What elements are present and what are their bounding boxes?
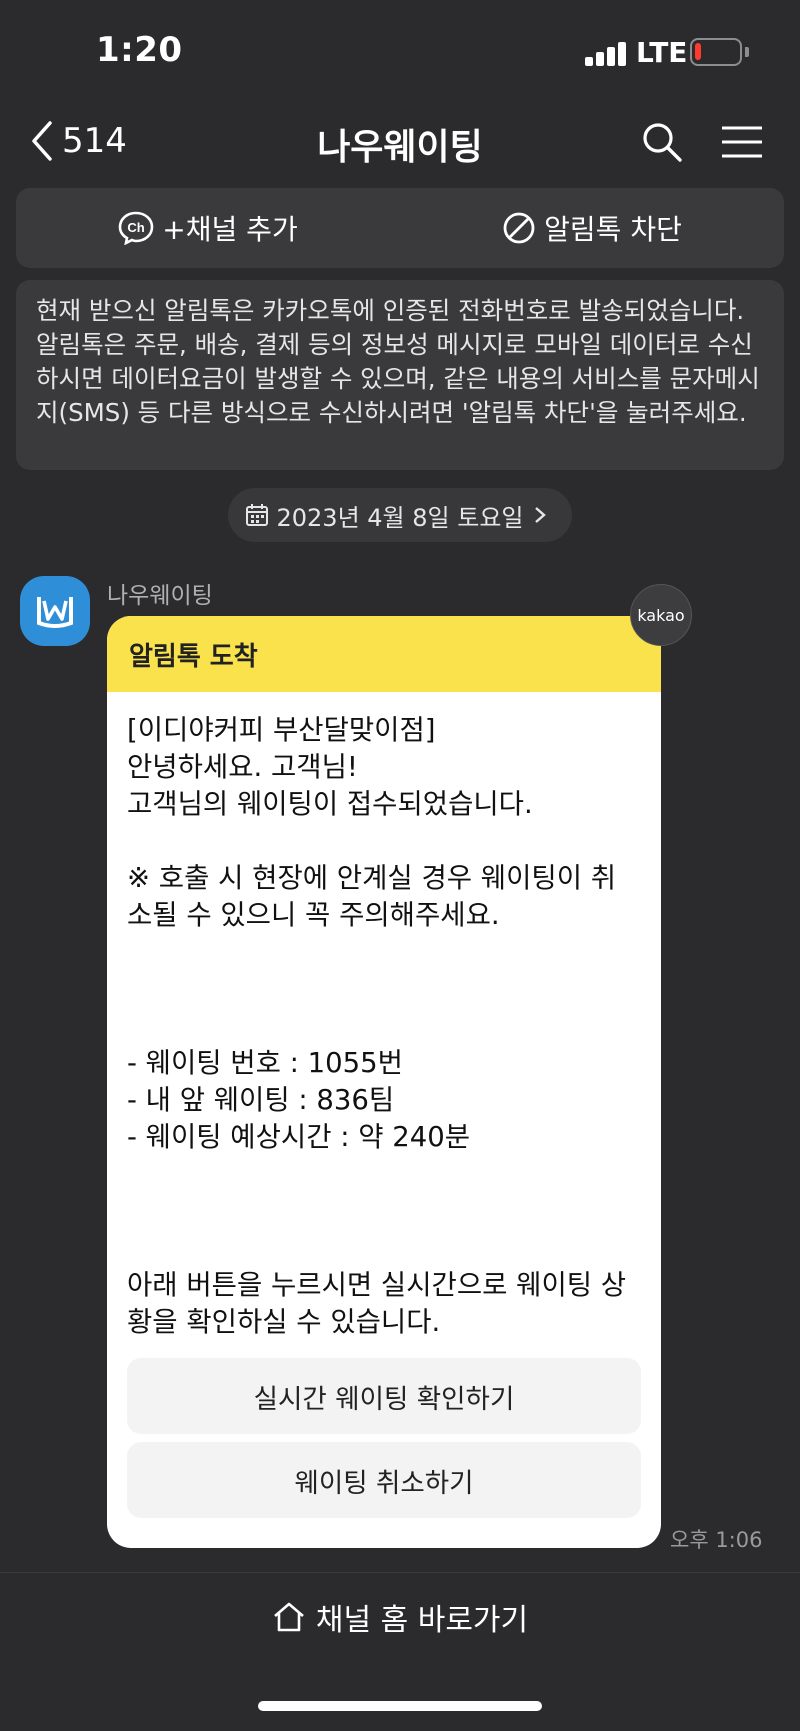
message-time: 오후 1:06 bbox=[670, 1528, 763, 1552]
add-channel-button[interactable]: Ch +채널 추가 bbox=[16, 188, 400, 268]
date-label: 2023년 4월 8일 토요일 bbox=[276, 503, 524, 532]
block-alimtalk-label: 알림톡 차단 bbox=[544, 213, 682, 246]
chevron-left-icon bbox=[32, 121, 52, 161]
date-divider[interactable]: 2023년 4월 8일 토요일 bbox=[228, 488, 572, 542]
back-button[interactable]: 514 bbox=[28, 116, 127, 166]
unread-count: 514 bbox=[62, 121, 127, 161]
sender-name: 나우웨이팅 bbox=[107, 583, 213, 609]
svg-text:Ch: Ch bbox=[128, 220, 145, 235]
check-waiting-button[interactable]: 실시간 웨이팅 확인하기 bbox=[127, 1358, 641, 1434]
channel-chat-icon: Ch bbox=[118, 211, 154, 245]
channel-action-bar: Ch +채널 추가 알림톡 차단 bbox=[16, 188, 784, 268]
kakao-badge: kakao bbox=[630, 584, 692, 646]
nowwaiting-logo-icon bbox=[37, 597, 73, 628]
message-body: [이디야커피 부산달맞이점] 안녕하세요. 고객님! 고객님의 웨이팅이 접수되… bbox=[127, 714, 627, 1338]
add-channel-label: +채널 추가 bbox=[162, 213, 298, 246]
calendar-icon bbox=[245, 504, 268, 526]
channel-avatar[interactable] bbox=[20, 576, 90, 646]
battery-level bbox=[695, 43, 701, 60]
block-icon bbox=[503, 212, 535, 244]
nav-bar: 514 나우웨이팅 bbox=[0, 100, 800, 182]
message-bubble: 알림톡 도착 [이디야커피 부산달맞이점] 안녕하세요. 고객님! 고객님의 웨… bbox=[107, 616, 661, 1548]
network-label: LTE bbox=[636, 36, 688, 69]
battery-tip bbox=[745, 47, 749, 57]
cancel-waiting-button[interactable]: 웨이팅 취소하기 bbox=[127, 1442, 641, 1518]
status-bar: 1:20 LTE bbox=[0, 0, 800, 100]
status-time: 1:20 bbox=[96, 30, 183, 70]
channel-home-label: 채널 홈 바로가기 bbox=[315, 1602, 529, 1638]
chat-screen: 1:20 LTE 514 나우웨이팅 Ch +채널 추가 알림톡 차단 현재 받… bbox=[0, 0, 800, 1731]
menu-icon[interactable] bbox=[720, 122, 764, 162]
battery-icon bbox=[690, 38, 742, 66]
search-icon[interactable] bbox=[640, 120, 684, 164]
chevron-right-icon bbox=[535, 507, 547, 523]
home-icon bbox=[274, 1602, 304, 1631]
block-alimtalk-button[interactable]: 알림톡 차단 bbox=[400, 188, 784, 268]
signal-icon bbox=[585, 40, 627, 66]
home-indicator[interactable] bbox=[258, 1701, 542, 1711]
bubble-header: 알림톡 도착 bbox=[107, 616, 661, 692]
alimtalk-notice: 현재 받으신 알림톡은 카카오톡에 인증된 전화번호로 발송되었습니다. 알림톡… bbox=[16, 280, 784, 470]
channel-home-button[interactable]: 채널 홈 바로가기 bbox=[0, 1572, 800, 1660]
